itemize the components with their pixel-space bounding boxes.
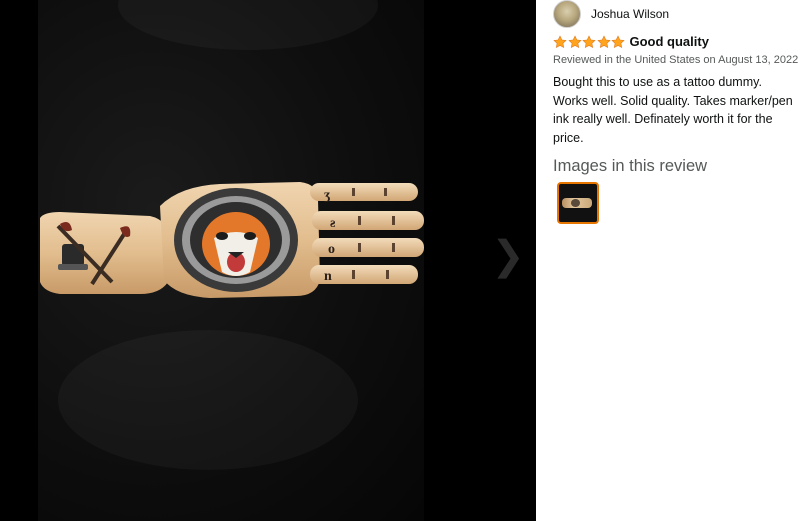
review-text: Bought this to use as a tattoo dummy. Wo…	[553, 75, 793, 145]
reviewer-name: Joshua Wilson	[591, 7, 670, 21]
svg-text:ƨ: ƨ	[330, 216, 336, 231]
rating-row: Good quality	[553, 34, 709, 49]
star-icon	[611, 34, 625, 48]
star-icon	[582, 34, 596, 48]
images-heading: Images in this review	[553, 157, 708, 175]
star-rating	[553, 34, 626, 49]
star-icon	[553, 34, 567, 48]
image-viewer: ʒ ƨ o n ❯	[0, 0, 536, 521]
svg-text:ʒ: ʒ	[324, 188, 330, 203]
reviewer-profile[interactable]: Joshua Wilson	[553, 0, 669, 28]
avatar	[553, 0, 581, 28]
review-title[interactable]: Good quality	[630, 34, 709, 49]
svg-text:n: n	[324, 269, 332, 284]
star-icon	[596, 34, 611, 48]
review-image-thumbnail[interactable]	[557, 182, 599, 224]
chevron-right-icon[interactable]: ❯	[488, 232, 528, 280]
wooden-hand-photo: ʒ ƨ o n	[40, 182, 424, 298]
review-panel: Joshua Wilson Good quality Reviewed in t…	[536, 0, 800, 521]
review-date: Reviewed in the United States on August …	[553, 54, 799, 66]
star-icon	[567, 34, 582, 48]
svg-text:o: o	[328, 242, 335, 257]
